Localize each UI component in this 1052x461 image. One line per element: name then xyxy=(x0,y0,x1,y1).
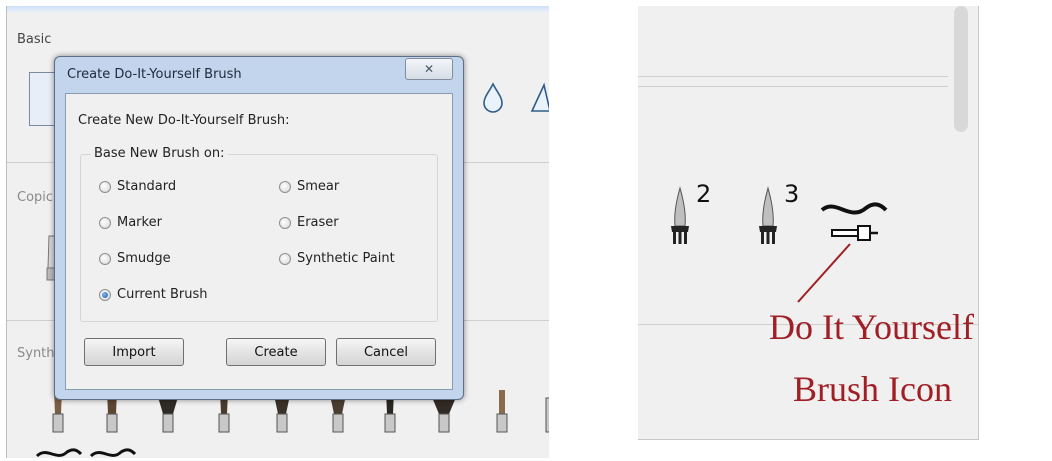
cancel-button[interactable]: Cancel xyxy=(336,338,436,366)
base-brush-group: Base New Brush on: Standard Smear Marker… xyxy=(80,146,438,322)
radio-circle-icon xyxy=(99,252,111,265)
callout-line-1: Do It Yourself xyxy=(769,307,975,347)
panel-top-strip xyxy=(7,6,549,12)
radio-circle-icon xyxy=(279,216,291,229)
callout-line-2: Brush Icon xyxy=(793,369,952,409)
radio-label: Current Brush xyxy=(117,287,208,302)
group-label: Base New Brush on: xyxy=(91,146,228,161)
section-label-copic: Copic xyxy=(17,190,54,205)
section-label-synthetic: Synth xyxy=(17,346,55,361)
water-drop-icon[interactable] xyxy=(481,82,505,114)
dialog-body: Create New Do-It-Yourself Brush: Base Ne… xyxy=(65,93,453,390)
brush-3-icon[interactable] xyxy=(754,186,782,246)
section-label-basic: Basic xyxy=(17,32,52,47)
radio-selected-icon xyxy=(99,288,111,301)
brush-number-3: 3 xyxy=(784,180,800,208)
brush-icon[interactable] xyxy=(543,388,549,434)
section-divider xyxy=(638,76,948,77)
radio-circle-icon xyxy=(99,216,111,229)
radio-label: Marker xyxy=(117,215,162,230)
radio-label: Eraser xyxy=(297,215,339,230)
create-button[interactable]: Create xyxy=(226,338,326,366)
radio-label: Standard xyxy=(117,179,177,194)
radio-smudge[interactable]: Smudge xyxy=(99,251,171,266)
radio-label: Synthetic Paint xyxy=(297,251,395,266)
smudge-tilde-icons[interactable] xyxy=(33,444,153,458)
section-divider xyxy=(638,86,948,87)
brush-number-2: 2 xyxy=(696,180,712,208)
triangle-icon[interactable] xyxy=(530,82,549,114)
callout-pointer-line xyxy=(797,243,851,303)
brush-2-icon[interactable] xyxy=(666,186,694,246)
radio-standard[interactable]: Standard xyxy=(99,179,176,194)
radio-smear[interactable]: Smear xyxy=(279,179,339,194)
diy-brush-icon[interactable] xyxy=(818,198,890,246)
radio-circle-icon xyxy=(279,180,291,193)
close-icon: ✕ xyxy=(423,62,435,76)
radio-label: Smear xyxy=(297,179,340,194)
radio-circle-icon xyxy=(279,252,291,265)
scrollbar-thumb[interactable] xyxy=(954,6,968,132)
create-diy-brush-dialog: Create Do-It-Yourself Brush ✕ Create New… xyxy=(54,56,464,400)
radio-label: Smudge xyxy=(117,251,171,266)
dialog-title: Create Do-It-Yourself Brush xyxy=(67,67,242,82)
radio-eraser[interactable]: Eraser xyxy=(279,215,339,230)
radio-current-brush[interactable]: Current Brush xyxy=(99,287,207,302)
close-button[interactable]: ✕ xyxy=(405,58,453,80)
radio-circle-icon xyxy=(99,180,111,193)
dialog-heading: Create New Do-It-Yourself Brush: xyxy=(78,113,290,128)
import-button[interactable]: Import xyxy=(84,338,184,366)
brush-icon[interactable] xyxy=(491,388,513,434)
radio-marker[interactable]: Marker xyxy=(99,215,162,230)
radio-synthetic-paint[interactable]: Synthetic Paint xyxy=(279,251,395,266)
